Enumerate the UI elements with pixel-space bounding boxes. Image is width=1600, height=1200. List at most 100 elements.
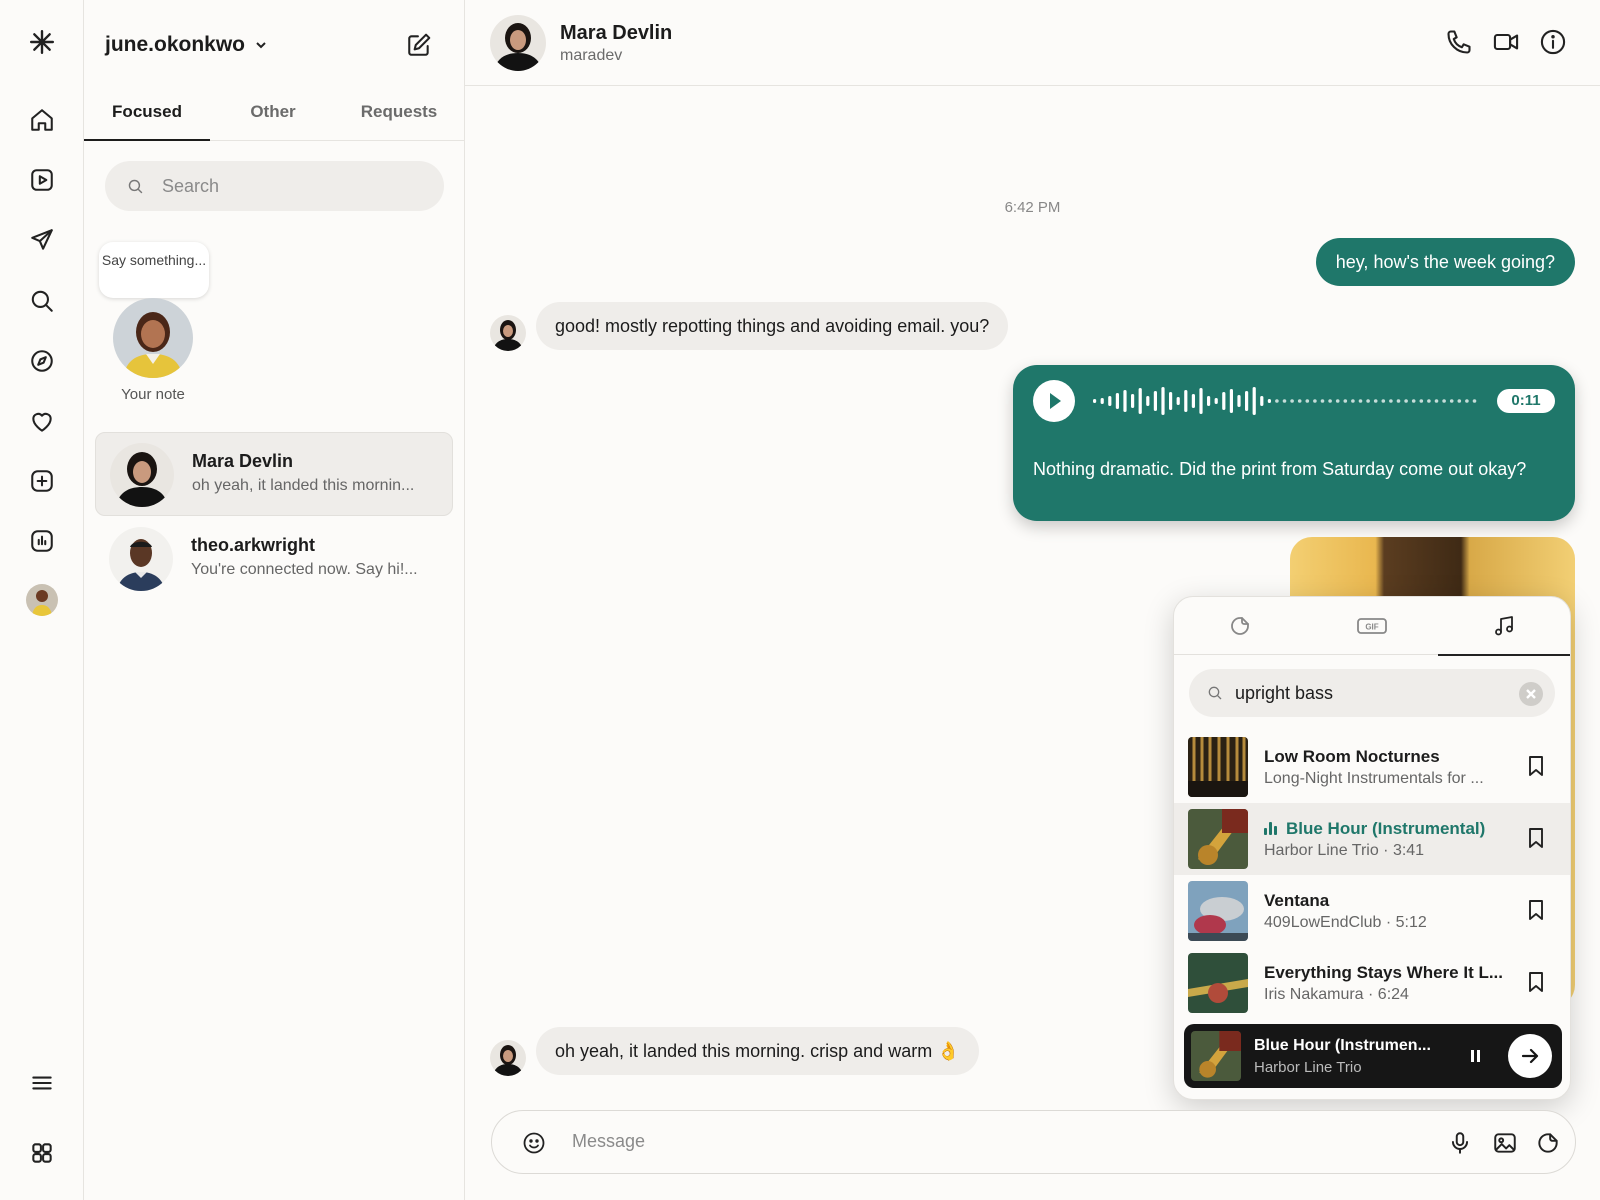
waveform-dot	[1381, 399, 1386, 403]
waveform-dot	[1305, 399, 1310, 403]
waveform-bar	[1207, 396, 1211, 406]
thread-item[interactable]: Mara Devlin oh yeah, it landed this morn…	[95, 432, 453, 516]
messages-app: june.okonkwo Focused Other Requests Sear…	[0, 0, 1600, 1200]
bookmark-icon[interactable]	[1526, 971, 1548, 993]
bookmark-icon[interactable]	[1526, 827, 1548, 849]
account-switcher[interactable]: june.okonkwo	[105, 33, 269, 57]
now-playing-bar[interactable]: Blue Hour (Instrumen... Harbor Line Trio	[1184, 1024, 1562, 1088]
music-picker: GIF upright bass Low Room Nocturnes Long…	[1173, 596, 1571, 1100]
waveform-bar	[1199, 388, 1203, 414]
note-avatar[interactable]	[113, 298, 193, 378]
now-playing-artwork	[1191, 1031, 1241, 1081]
sticker-tab[interactable]	[1174, 597, 1306, 655]
new-message-icon[interactable]	[406, 32, 436, 62]
message-bubble-outgoing[interactable]: hey, how's the week going?	[1315, 238, 1575, 286]
track-item[interactable]: Blue Hour (Instrumental) Harbor Line Tri…	[1174, 803, 1570, 875]
waveform-dot	[1449, 399, 1454, 403]
contact-avatar[interactable]	[490, 15, 546, 71]
waveform-dot	[1335, 399, 1340, 403]
bookmark-icon[interactable]	[1526, 755, 1548, 777]
thread-item[interactable]: theo.arkwright You're connected now. Say…	[95, 517, 453, 601]
message-bubble-incoming[interactable]: good! mostly repotting things and avoidi…	[536, 302, 1009, 350]
explore-icon[interactable]	[22, 341, 62, 381]
music-search-input[interactable]: upright bass	[1189, 669, 1555, 717]
waveform-dot	[1411, 399, 1416, 403]
waveform-bar	[1138, 388, 1142, 414]
track-artwork	[1188, 953, 1248, 1013]
message-bubble-incoming[interactable]: oh yeah, it landed this morning. crisp a…	[536, 1027, 979, 1075]
chevron-down-icon	[256, 42, 266, 49]
send-track-button[interactable]	[1508, 1034, 1552, 1078]
track-subtitle: 409LowEndClub · 5:12	[1264, 914, 1427, 931]
picker-tabs: GIF	[1174, 597, 1570, 656]
info-icon[interactable]	[1539, 28, 1569, 58]
track-item[interactable]: Low Room Nocturnes Long-Night Instrument…	[1174, 731, 1570, 803]
track-title: Everything Stays Where It L...	[1264, 963, 1504, 982]
note-bubble[interactable]: Say something...	[99, 242, 209, 298]
image-icon[interactable]	[1492, 1130, 1518, 1156]
search-input[interactable]: Search	[105, 161, 444, 211]
bookmark-icon[interactable]	[1526, 899, 1548, 921]
waveform-bar	[1214, 398, 1218, 404]
waveform-bar	[1222, 392, 1226, 410]
profile-avatar[interactable]	[26, 584, 58, 616]
gif-label: GIF	[1365, 623, 1378, 632]
message-composer[interactable]: Message	[491, 1110, 1576, 1174]
home-icon[interactable]	[22, 100, 62, 140]
create-icon[interactable]	[22, 461, 62, 501]
clear-search-button[interactable]	[1519, 682, 1543, 706]
waveform-bar	[1176, 397, 1180, 405]
play-icon[interactable]	[1033, 380, 1075, 422]
tab-requests[interactable]: Requests	[336, 88, 462, 140]
contact-mini-avatar	[490, 1040, 526, 1076]
track-item[interactable]: Ventana 409LowEndClub · 5:12	[1174, 875, 1570, 947]
track-title-text: Blue Hour (Instrumental)	[1286, 819, 1486, 838]
waveform-dot	[1389, 399, 1393, 403]
waveform-dot	[1320, 399, 1325, 403]
microphone-icon[interactable]	[1447, 1130, 1473, 1156]
tab-focused[interactable]: Focused	[84, 88, 210, 141]
waveform-dot	[1427, 399, 1431, 403]
phone-icon[interactable]	[1445, 28, 1475, 58]
track-item[interactable]: Everything Stays Where It L... Iris Naka…	[1174, 947, 1570, 1019]
reels-icon[interactable]	[22, 160, 62, 200]
left-rail	[0, 0, 84, 1200]
track-subtitle: Harbor Line Trio · 3:41	[1264, 842, 1425, 859]
waveform-dot	[1297, 399, 1302, 403]
close-icon	[1526, 689, 1536, 699]
waveform-dot	[1358, 399, 1363, 403]
gif-tab[interactable]: GIF	[1306, 597, 1438, 655]
tab-other[interactable]: Other	[210, 88, 336, 140]
waveform-dot	[1351, 399, 1355, 403]
waveform-bar	[1108, 396, 1112, 406]
voice-message[interactable]: 0:11 Nothing dramatic. Did the print fro…	[1013, 365, 1575, 521]
track-title: Blue Hour (Instrumental)	[1264, 819, 1504, 839]
thread-name: theo.arkwright	[191, 535, 316, 555]
track-subtitle: Iris Nakamura · 6:24	[1264, 986, 1409, 1003]
sticker-icon	[1231, 617, 1249, 635]
search-icon[interactable]	[22, 281, 62, 321]
video-call-icon[interactable]	[1492, 28, 1522, 58]
send-icon[interactable]	[22, 220, 62, 260]
waveform	[1093, 387, 1477, 415]
contact-name[interactable]: Mara Devlin	[560, 22, 672, 45]
apps-icon[interactable]	[22, 1133, 62, 1173]
conversation-panel: Mara Devlin maradev 6:42 PM hey, how's t…	[465, 0, 1600, 1200]
logo-icon[interactable]	[22, 22, 62, 62]
heart-icon[interactable]	[22, 402, 62, 442]
insights-icon[interactable]	[22, 521, 62, 561]
pause-icon[interactable]	[1469, 1050, 1481, 1064]
search-icon	[1208, 686, 1222, 700]
sticker-icon[interactable]	[1535, 1130, 1561, 1156]
note-label: Your note	[121, 386, 185, 403]
menu-icon[interactable]	[22, 1063, 62, 1103]
emoji-icon[interactable]	[522, 1131, 546, 1155]
thread-name: Mara Devlin	[192, 451, 294, 471]
waveform-dot	[1404, 399, 1408, 403]
waveform-dot	[1313, 399, 1317, 403]
music-tab[interactable]	[1438, 597, 1570, 656]
inbox-tabs: Focused Other Requests	[84, 88, 464, 141]
waveform-dot	[1275, 399, 1279, 403]
waveform-bar	[1131, 394, 1135, 408]
waveform-bar	[1267, 399, 1271, 403]
